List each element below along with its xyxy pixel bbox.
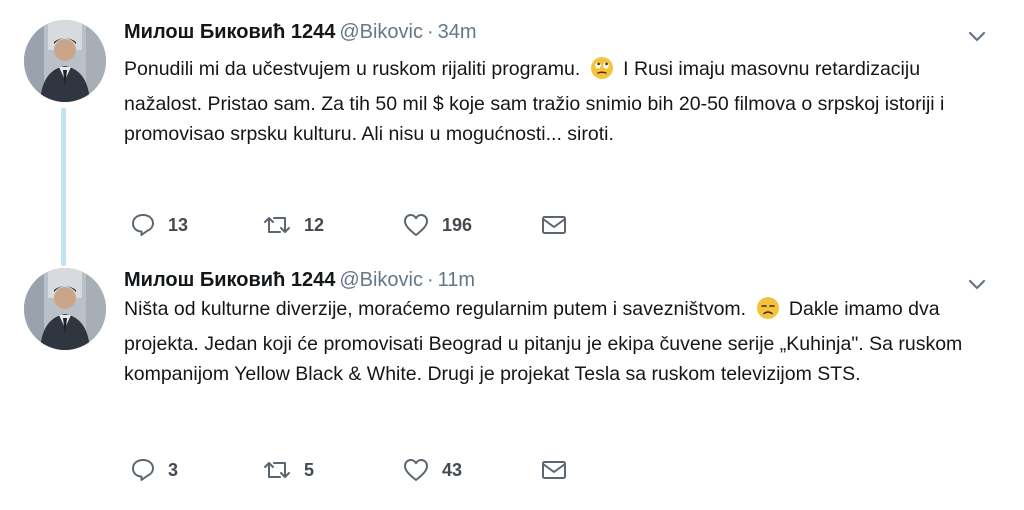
reply-count: 13 xyxy=(168,214,189,235)
author-handle[interactable]: @Bikovic xyxy=(339,269,423,291)
envelope-icon xyxy=(540,458,568,482)
envelope-icon xyxy=(540,213,568,237)
reply-button[interactable]: 13 xyxy=(130,210,188,240)
tweet-thread: Милош Биковић 1244 @Bikovic · 34m Ponudili … xyxy=(0,0,1024,510)
retweet-count: 12 xyxy=(304,214,325,235)
reply-count: 3 xyxy=(168,459,179,480)
separator-dot: · xyxy=(426,269,434,291)
chevron-down-icon[interactable] xyxy=(965,24,989,48)
reply-icon xyxy=(130,457,156,483)
heart-icon xyxy=(402,212,430,238)
tweet-timestamp[interactable]: 11m xyxy=(438,269,475,291)
tweet-text-part: Ništa od kulturne diverzije, moraćemo re… xyxy=(124,298,747,320)
retweet-button[interactable]: 5 xyxy=(262,455,314,485)
retweet-count: 5 xyxy=(304,459,315,480)
reply-icon xyxy=(130,212,156,238)
like-count: 196 xyxy=(442,214,473,235)
tweet-text: Ništa od kulturne diverzije, moraćemo re… xyxy=(124,294,974,389)
confused-face-emoji xyxy=(756,296,780,329)
heart-icon xyxy=(402,457,430,483)
author-handle[interactable]: @Bikovic xyxy=(339,21,423,43)
tweet-text: Ponudili mi da učestvujem u ruskom rijal… xyxy=(124,54,974,149)
face-with-rolling-eyes-emoji xyxy=(590,56,614,89)
retweet-icon xyxy=(262,213,292,237)
avatar[interactable] xyxy=(24,20,106,102)
tweet-header: Милош Биковић 1244 @Bikovic · 34m xyxy=(124,20,477,44)
separator-dot: · xyxy=(426,21,434,43)
direct-message-button[interactable] xyxy=(540,210,568,240)
like-button[interactable]: 43 xyxy=(402,455,462,485)
author-name[interactable]: Милош Биковић 1244 xyxy=(124,21,335,43)
retweet-button[interactable]: 12 xyxy=(262,210,324,240)
reply-button[interactable]: 3 xyxy=(130,455,178,485)
like-count: 43 xyxy=(442,459,463,480)
retweet-icon xyxy=(262,458,292,482)
avatar[interactable] xyxy=(24,268,106,350)
thread-connector-line xyxy=(61,108,66,266)
tweet-text-part: Ponudili mi da učestvujem u ruskom rijal… xyxy=(124,58,581,80)
direct-message-button[interactable] xyxy=(540,455,568,485)
chevron-down-icon[interactable] xyxy=(965,272,989,296)
author-name[interactable]: Милош Биковић 1244 xyxy=(124,269,335,291)
like-button[interactable]: 196 xyxy=(402,210,472,240)
tweet-timestamp[interactable]: 34m xyxy=(438,21,477,43)
tweet-header: Милош Биковић 1244 @Bikovic · 11m xyxy=(124,268,475,292)
